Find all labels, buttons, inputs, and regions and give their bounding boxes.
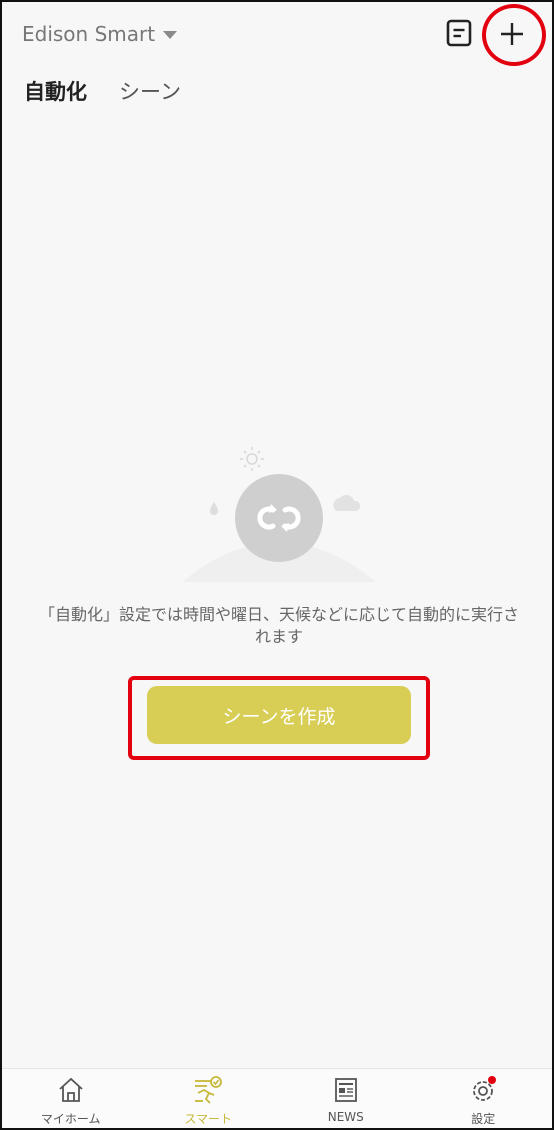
nav-label: NEWS bbox=[327, 1110, 364, 1124]
log-list-icon[interactable] bbox=[446, 19, 472, 47]
home-name: Edison Smart bbox=[22, 22, 156, 46]
cloud-icon bbox=[333, 494, 361, 511]
nav-item-settings[interactable]: 設定 bbox=[415, 1069, 553, 1128]
tab-bar: 自動化 シーン bbox=[24, 76, 181, 106]
create-scene-button[interactable]: シーンを作成 bbox=[147, 686, 411, 744]
home-selector[interactable]: Edison Smart bbox=[22, 18, 178, 50]
add-icon[interactable] bbox=[488, 14, 536, 54]
automation-illustration bbox=[182, 447, 376, 582]
news-icon bbox=[334, 1078, 357, 1102]
nav-item-smart[interactable]: スマート bbox=[140, 1069, 278, 1128]
tab-automation[interactable]: 自動化 bbox=[24, 76, 87, 106]
nav-label: 設定 bbox=[471, 1112, 496, 1126]
nav-label: スマート bbox=[184, 1112, 233, 1126]
app-screen: Edison Smart 自動化 シーン 「自動化」設定では時間や曜日、天候など… bbox=[0, 0, 554, 1130]
home-icon bbox=[59, 1077, 83, 1102]
settings-icon bbox=[473, 1076, 497, 1101]
chevron-down-icon bbox=[163, 31, 178, 39]
empty-state-description: 「自動化」設定では時間や曜日、天候などに応じて自動的に実行されます bbox=[38, 605, 519, 646]
sun-icon bbox=[240, 447, 264, 471]
smart-icon bbox=[195, 1076, 223, 1104]
nav-item-home[interactable]: マイホーム bbox=[2, 1069, 140, 1128]
nav-item-news[interactable]: NEWS bbox=[277, 1069, 415, 1128]
nav-label: マイホーム bbox=[40, 1112, 101, 1126]
bottom-navigation: マイホーム スマート NEWS 設定 bbox=[2, 1068, 553, 1128]
tab-scene[interactable]: シーン bbox=[119, 76, 181, 106]
raindrop-icon bbox=[210, 502, 218, 515]
header: Edison Smart bbox=[2, 2, 552, 66]
notification-dot bbox=[488, 1076, 497, 1084]
